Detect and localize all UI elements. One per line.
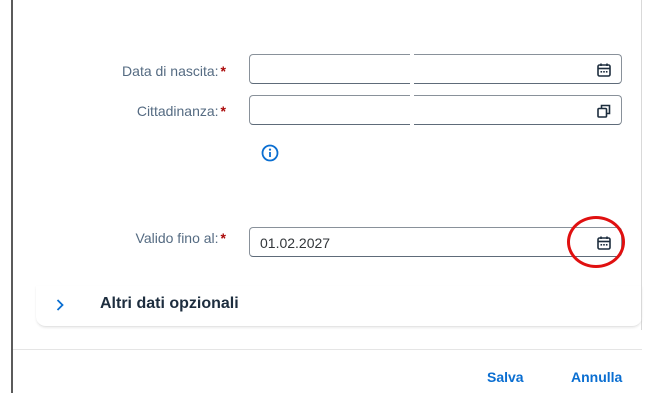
cancel-button[interactable]: Annulla [571, 369, 622, 385]
dialog-right-edge [641, 0, 642, 330]
dialog-left-edge [11, 0, 13, 393]
citizenship-label: Cittadinanza: * [136, 103, 226, 119]
footer-divider [13, 349, 642, 350]
citizenship-input[interactable] [249, 95, 622, 125]
required-marker: * [220, 63, 226, 79]
optional-data-panel[interactable]: Altri dati opzionali [36, 286, 642, 327]
save-button[interactable]: Salva [487, 369, 524, 385]
chevron-right-icon[interactable] [55, 298, 65, 317]
required-marker: * [220, 230, 226, 246]
info-icon[interactable] [259, 142, 281, 164]
panel-title[interactable]: Altri dati opzionali [100, 295, 239, 313]
valid-until-label: Valido fino al: * [135, 230, 226, 246]
required-marker: * [220, 103, 226, 119]
calendar-icon[interactable] [593, 59, 615, 81]
valid-until-value[interactable]: 01.02.2027 [260, 235, 330, 251]
highlight-circle [567, 216, 625, 268]
birth-date-input[interactable] [249, 54, 622, 84]
birth-date-label: Data di nascita: * [122, 63, 226, 79]
value-help-icon[interactable] [593, 100, 615, 122]
